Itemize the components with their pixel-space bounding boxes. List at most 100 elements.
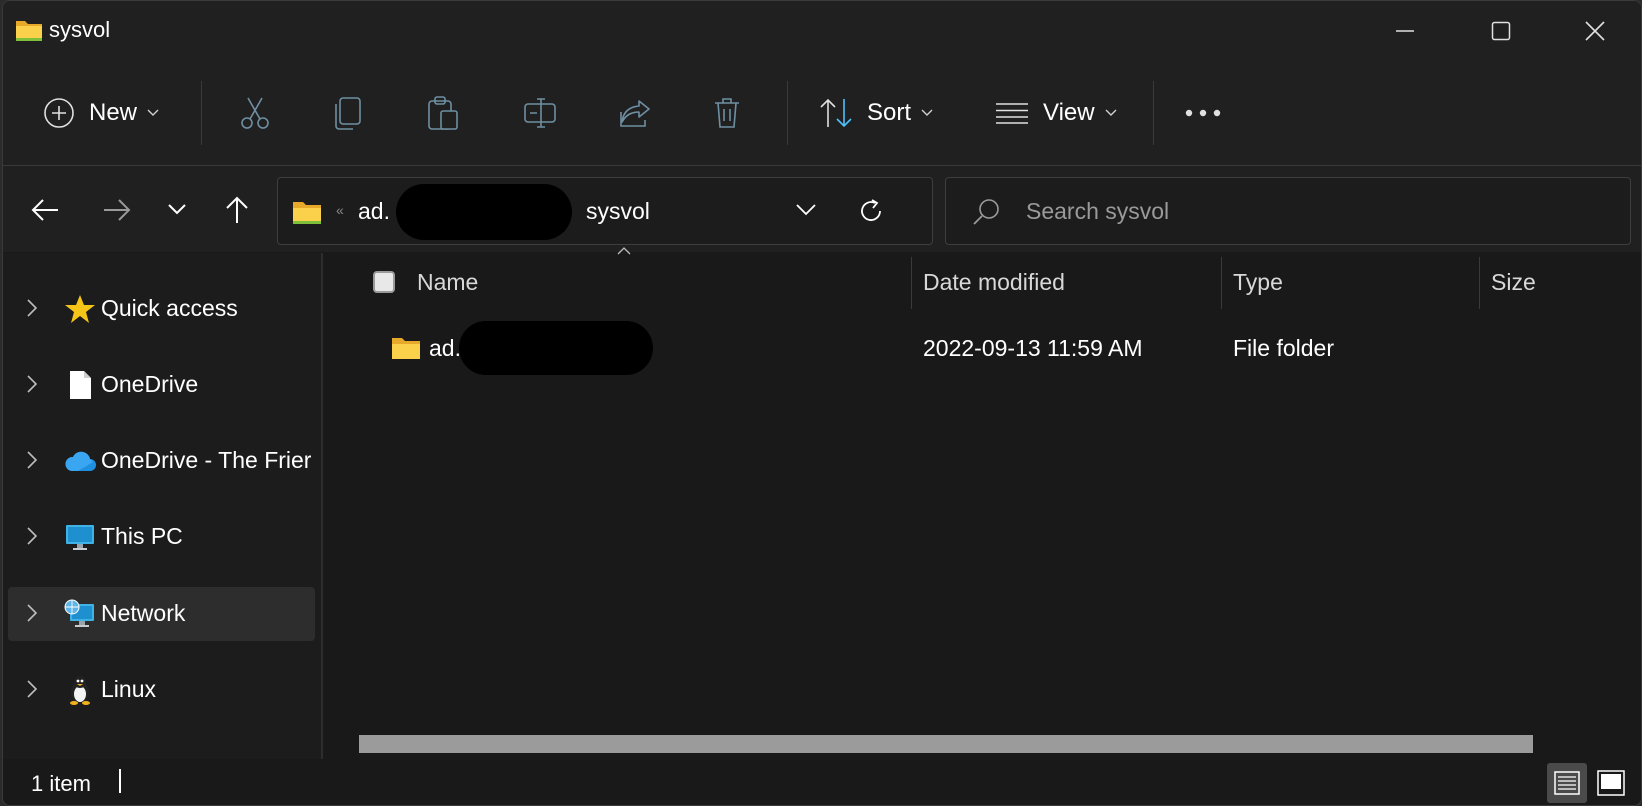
chevron-down-icon [1105,109,1117,116]
column-divider[interactable] [1221,257,1222,309]
sort-button-label: Sort [867,99,912,126]
paste-button[interactable] [427,83,459,143]
sidebar-item-onedrive[interactable]: OneDrive [8,358,315,412]
close-button[interactable] [1549,1,1641,61]
forward-button[interactable] [95,188,139,232]
file-list: Name Date modified Type Size ad. 2022-09… [323,247,1641,759]
large-icons-view-icon [1597,770,1625,796]
search-input[interactable]: Search sysvol [1026,198,1169,225]
column-divider[interactable] [1479,257,1480,309]
arrow-left-icon [31,199,58,221]
sidebar-item-label: This PC [101,523,183,549]
details-view-icon [1554,771,1580,795]
navigation-bar: « ad. sysvol Search sysvol [3,166,1641,252]
chevron-right-icon[interactable] [26,298,38,318]
minimize-button[interactable] [1359,1,1451,61]
sidebar-item-label: Linux [101,676,156,702]
arrow-right-icon [104,199,131,221]
chevron-right-icon[interactable] [26,526,38,546]
sidebar-item-onedrive-business[interactable]: OneDrive - The Frier [8,434,315,488]
redaction-mark [396,184,572,240]
back-button[interactable] [23,188,67,232]
horizontal-scrollbar[interactable] [359,735,1533,753]
arrow-up-icon [226,196,248,223]
view-button[interactable]: View [995,83,1117,143]
sort-button[interactable]: Sort [819,83,933,143]
refresh-icon[interactable] [858,198,884,224]
select-all-checkbox[interactable] [373,271,395,293]
new-button[interactable]: New [43,83,159,143]
up-button[interactable] [215,188,259,232]
sidebar-item-label: Network [101,600,186,626]
breadcrumb-item-domain[interactable]: ad. [358,198,390,225]
column-header-name[interactable]: Name [417,269,478,296]
view-icon [996,103,1028,124]
copy-button[interactable] [333,83,363,143]
cut-icon [241,97,269,129]
rename-button[interactable] [523,83,557,143]
sidebar-item-quick-access[interactable]: Quick access [8,282,315,336]
close-icon [1585,21,1605,41]
status-bar: 1 item [3,759,1641,805]
redaction-mark [459,321,653,375]
sidebar-item-linux[interactable]: Linux [8,663,315,717]
sidebar-item-this-pc[interactable]: This PC [8,510,315,564]
chevron-down-icon [921,109,933,116]
maximize-icon [1491,21,1511,41]
chevron-right-icon[interactable] [26,374,38,394]
toolbar-separator [201,81,202,145]
share-icon [620,100,650,127]
tiles-view-button[interactable] [1591,763,1631,803]
folder-icon [293,202,321,224]
command-bar: New Sort View [3,63,1641,166]
sidebar-item-label: OneDrive - The Frier [101,447,311,473]
more-icon [1185,109,1221,117]
rename-icon [524,98,556,128]
address-bar[interactable]: « ad. sysvol [277,177,933,245]
sidebar-item-label: Quick access [101,295,238,321]
toolbar-separator [787,81,788,145]
plus-circle-icon [44,98,74,128]
network-icon [64,599,94,627]
monitor-icon [66,525,94,550]
new-button-label: New [89,99,138,126]
more-options-button[interactable] [1183,83,1223,143]
chevron-right-icon[interactable] [26,603,38,623]
sidebar-item-network[interactable]: Network [8,587,315,641]
search-box[interactable]: Search sysvol [945,177,1631,245]
column-header-size[interactable]: Size [1491,269,1536,296]
status-divider [119,769,121,793]
window-title: sysvol [49,17,111,42]
chevron-down-icon [168,204,186,215]
navigation-pane: Quick access OneDrive OneDrive - The Fri… [3,253,323,759]
delete-button[interactable] [713,83,741,143]
minimize-icon [1396,30,1414,32]
breadcrumb-overflow[interactable]: « [336,202,344,218]
item-count: 1 item [31,771,91,796]
column-header-date[interactable]: Date modified [923,269,1065,296]
chevron-right-icon[interactable] [26,450,38,470]
delete-icon [715,98,739,128]
recent-locations-button[interactable] [155,188,199,232]
file-type: File folder [1233,335,1334,361]
file-name: ad. [429,335,461,361]
copy-icon [335,97,361,130]
sort-icon [820,98,852,128]
chevron-right-icon[interactable] [26,679,38,699]
document-icon [70,371,91,399]
title-bar: sysvol [3,1,1641,63]
maximize-button[interactable] [1455,1,1547,61]
penguin-icon [70,676,90,705]
details-view-button[interactable] [1547,763,1587,803]
column-divider[interactable] [911,257,912,309]
folder-icon [15,17,43,48]
breadcrumb-item-current[interactable]: sysvol [586,198,650,225]
chevron-down-icon [147,109,159,116]
file-date-modified: 2022-09-13 11:59 AM [923,335,1143,361]
folder-icon [392,338,420,359]
share-button[interactable] [619,83,651,143]
column-header-type[interactable]: Type [1233,269,1283,296]
cut-button[interactable] [239,83,271,143]
chevron-down-icon[interactable] [796,204,816,216]
paste-icon [428,96,458,130]
